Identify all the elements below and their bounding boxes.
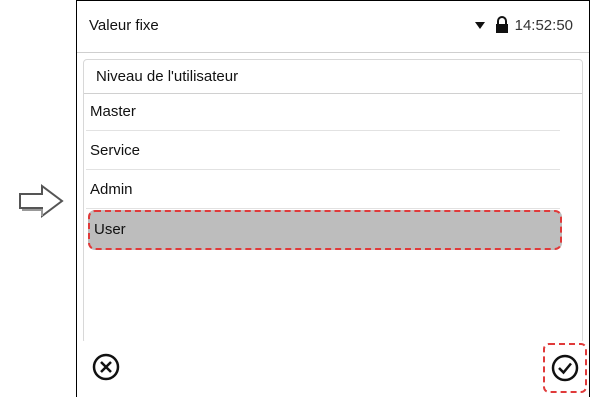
lock-icon bbox=[495, 16, 508, 33]
action-bar bbox=[77, 341, 589, 397]
device-screen: Valeur fixe 14:52:50 Niveau de l'utilisa… bbox=[76, 0, 590, 397]
confirm-button[interactable] bbox=[543, 343, 587, 393]
list-item-user-selected[interactable]: User bbox=[88, 210, 562, 250]
list-item-label: Master bbox=[90, 103, 136, 120]
list-item-label: Service bbox=[90, 142, 141, 159]
list-item-admin[interactable]: Admin bbox=[86, 170, 560, 209]
status-indicators: 14:52:50 bbox=[474, 16, 573, 34]
clock-time: 14:52:50 bbox=[514, 16, 573, 34]
status-bar: Valeur fixe 14:52:50 bbox=[77, 1, 589, 53]
panel-title: Niveau de l'utilisateur bbox=[96, 68, 239, 85]
mode-title: Valeur fixe bbox=[89, 17, 159, 34]
list-item-label: Admin bbox=[90, 181, 133, 198]
arrow-right-icon bbox=[19, 184, 64, 218]
signal-down-icon bbox=[474, 21, 485, 29]
check-circle-icon bbox=[551, 354, 579, 382]
list-item-label: User bbox=[94, 221, 126, 238]
close-circle-icon[interactable] bbox=[91, 352, 121, 382]
user-level-panel: Niveau de l'utilisateur Master Service A… bbox=[83, 59, 583, 344]
panel-header: Niveau de l'utilisateur bbox=[84, 60, 582, 94]
list-item-master[interactable]: Master bbox=[86, 92, 560, 131]
list-item-service[interactable]: Service bbox=[86, 131, 560, 170]
